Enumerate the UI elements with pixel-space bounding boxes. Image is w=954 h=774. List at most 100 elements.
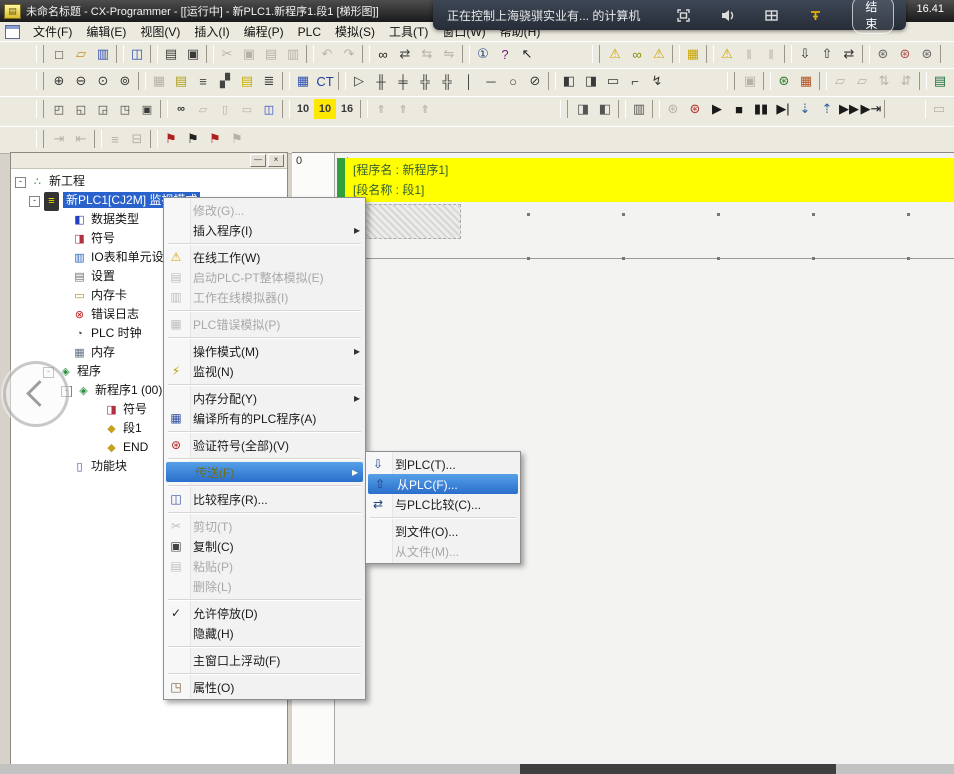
horizontal-line[interactable]: ─ <box>480 71 502 91</box>
menu-edit[interactable]: 编辑(E) <box>79 22 133 41</box>
panel-close-button[interactable]: × <box>268 154 284 167</box>
toolbar-grip[interactable] <box>592 45 600 63</box>
sim-run[interactable]: ▶ <box>706 99 728 119</box>
bookmark-red[interactable]: ⚑ <box>160 129 182 149</box>
cascade-windows[interactable]: ◱ <box>70 99 92 119</box>
menu-delete[interactable]: 删除(L) <box>164 576 365 596</box>
sim-pause[interactable]: ▮▮ <box>750 99 772 119</box>
zoom-in[interactable]: ⊕ <box>48 71 70 91</box>
submenu-from-plc[interactable]: ⇧从PLC(F)... <box>368 474 518 494</box>
watch-window-2[interactable]: ▱ <box>851 71 873 91</box>
new-contact[interactable]: ╫ <box>370 71 392 91</box>
menu-insert[interactable]: 插入(I) <box>187 22 236 41</box>
differential-monitor[interactable]: ▦ <box>795 71 817 91</box>
menu-copy[interactable]: ▣复制(C) <box>164 536 365 556</box>
print-preview[interactable]: ▣ <box>182 44 204 64</box>
menu-hide[interactable]: 隐藏(H) <box>164 623 365 643</box>
new-closed-coil[interactable]: ⊘ <box>524 71 546 91</box>
menu-compile-all-programs[interactable]: ▦编译所有的PLC程序(A) <box>164 408 365 428</box>
ladder-view[interactable]: ▤ <box>236 71 258 91</box>
menu-plc-error-simulation[interactable]: ▦PLC错误模拟(P) <box>164 314 365 334</box>
download-to-plc[interactable]: ⇩ <box>794 44 816 64</box>
panel-pin-button[interactable]: — <box>250 154 266 167</box>
sim-step-in[interactable]: ⇣ <box>794 99 816 119</box>
tile-horizontal[interactable]: ◲ <box>92 99 114 119</box>
toolbar-grip[interactable] <box>36 100 44 118</box>
new-diff-down-contact[interactable]: ◨ <box>580 71 602 91</box>
partial-transfer-3[interactable]: ⊛ <box>916 44 938 64</box>
new-diff-up-contact[interactable]: ◧ <box>558 71 580 91</box>
paste[interactable]: ▤ <box>260 44 282 64</box>
tile-vertical[interactable]: ◳ <box>114 99 136 119</box>
watch-window-4[interactable]: ⇵ <box>895 71 917 91</box>
align-rungs[interactable]: ≡ <box>104 129 126 149</box>
new-instruction[interactable]: ▭ <box>602 71 624 91</box>
force-status[interactable]: ⊛ <box>773 71 795 91</box>
redo[interactable]: ↷ <box>338 44 360 64</box>
vertical-line[interactable]: │ <box>458 71 480 91</box>
monitor-hex[interactable]: 16 <box>336 99 358 119</box>
sim-step-out[interactable]: ⇡ <box>816 99 838 119</box>
toolbar-grip[interactable] <box>36 45 44 63</box>
new-block[interactable]: ⌐ <box>624 71 646 91</box>
menu-operating-mode[interactable]: 操作模式(M) <box>164 341 365 361</box>
arrange-icons[interactable]: ▣ <box>136 99 158 119</box>
find[interactable]: ∞ <box>372 44 394 64</box>
submenu-from-file[interactable]: 从文件(M)... <box>366 541 520 561</box>
new-file[interactable]: □ <box>48 44 70 64</box>
fb-definition[interactable]: ▯ <box>214 99 236 119</box>
indent[interactable]: ⇥ <box>48 129 70 149</box>
menu-plc[interactable]: PLC <box>291 24 328 40</box>
outdent[interactable]: ⇤ <box>70 129 92 149</box>
transfer-warning[interactable]: ▦ <box>682 44 704 64</box>
compare-with-plc-icon[interactable]: ⇄ <box>838 44 860 64</box>
invert-instruction[interactable]: ↯ <box>646 71 668 91</box>
menu-allow-docking[interactable]: ✓允许停放(D) <box>164 603 365 623</box>
replace[interactable]: ⇄ <box>394 44 416 64</box>
upload-from-plc[interactable]: ⇧ <box>816 44 838 64</box>
sim-continuous[interactable]: ▶▶ <box>838 99 860 119</box>
menu-programming[interactable]: 编程(P) <box>237 22 291 41</box>
menu-memory-allocation[interactable]: 内存分配(Y) <box>164 388 365 408</box>
new-closed-contact[interactable]: ╪ <box>392 71 414 91</box>
menu-work-online[interactable]: ⚠在线工作(W) <box>164 247 365 267</box>
find-function-block[interactable]: ∞ <box>170 99 192 119</box>
copy[interactable]: ▣ <box>238 44 260 64</box>
watch-tab-2[interactable]: ◧ <box>594 99 616 119</box>
compare-programs[interactable]: ◫ <box>126 44 148 64</box>
menu-insert-program[interactable]: 插入程序(I) <box>164 220 365 240</box>
sim-step[interactable]: ▶| <box>772 99 794 119</box>
menu-properties[interactable]: ◳属性(O) <box>164 677 365 697</box>
select-mode[interactable]: ▷ <box>348 71 370 91</box>
work-online[interactable]: ⚠ <box>604 44 626 64</box>
monitor-glasses[interactable]: ∞ <box>626 44 648 64</box>
menu-compare-program[interactable]: ◫比较程序(R)... <box>164 489 365 509</box>
context-help[interactable]: ↖ <box>516 44 538 64</box>
watch-tab-1[interactable]: ◨ <box>572 99 594 119</box>
toolbar-grip[interactable] <box>36 72 44 90</box>
menu-transfer[interactable]: 传送(F) <box>166 462 363 482</box>
paste-special[interactable]: ▥ <box>282 44 304 64</box>
help-topics[interactable]: ? <box>494 44 516 64</box>
fullscreen-icon[interactable] <box>674 6 692 24</box>
menu-tools[interactable]: 工具(T) <box>382 22 435 41</box>
local-symbols[interactable]: ≡ <box>192 71 214 91</box>
cut[interactable]: ✂ <box>216 44 238 64</box>
zoom-100[interactable]: ⊙ <box>92 71 114 91</box>
symbol-tree-toggle[interactable]: ▤ <box>929 71 951 91</box>
menu-validate-symbols[interactable]: ⊛验证符号(全部)(V) <box>164 435 365 455</box>
force-on[interactable]: ⇑ <box>370 99 392 119</box>
toolbar-grip[interactable] <box>560 100 568 118</box>
toolbar-grip[interactable] <box>727 72 735 90</box>
watch-window-3[interactable]: ⇅ <box>873 71 895 91</box>
pw-window-2[interactable]: ▭ <box>950 99 954 119</box>
sim-mode[interactable]: ⊛ <box>662 99 684 119</box>
menu-monitor[interactable]: ⚡监视(N) <box>164 361 365 381</box>
sim-scan-run[interactable]: ⊛ <box>684 99 706 119</box>
save[interactable]: ▥ <box>92 44 114 64</box>
monitor-view[interactable]: ▦ <box>292 71 314 91</box>
sim-run-to-end[interactable]: ▶⇥ <box>860 99 882 119</box>
toolbar-grip[interactable] <box>36 130 44 148</box>
fb-instance[interactable]: ▱ <box>192 99 214 119</box>
monitor-decimal[interactable]: 10 <box>292 99 314 119</box>
